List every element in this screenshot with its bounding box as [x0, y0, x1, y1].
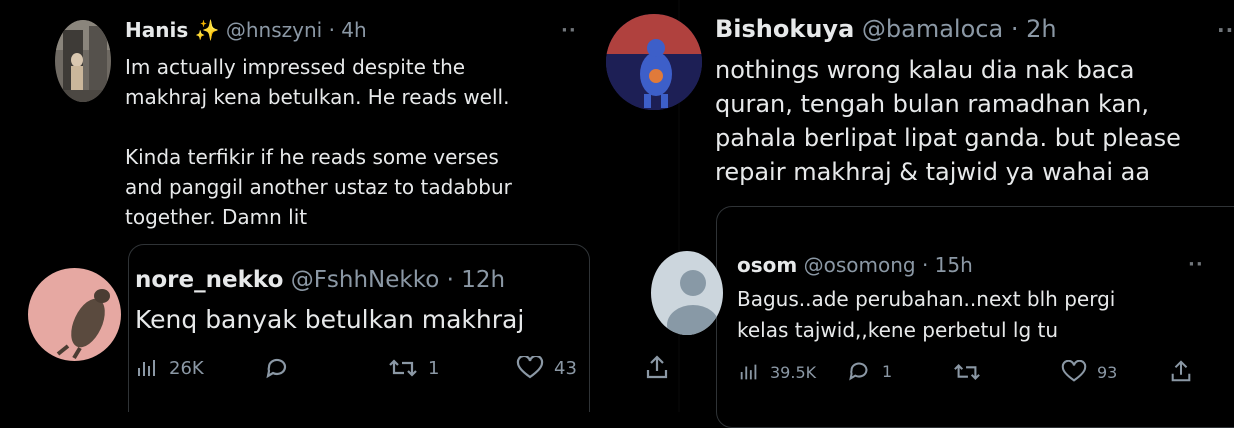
avatar[interactable] [28, 268, 121, 361]
sparkle-emoji: ✨ [194, 18, 220, 42]
more-icon[interactable]: ·· [1217, 18, 1234, 42]
like-icon [516, 356, 544, 379]
avatar[interactable] [651, 251, 723, 335]
retweet-icon [389, 359, 417, 377]
views-icon [138, 360, 155, 376]
like-count: 93 [1097, 362, 1118, 382]
views-action[interactable]: 39.5K [738, 361, 816, 383]
user-handle[interactable]: @bamaloca [862, 15, 1003, 43]
tweet-header: Hanis ✨ @hnszyni · 4h [125, 18, 367, 42]
share-action[interactable] [644, 354, 670, 380]
timestamp[interactable]: · 15h [922, 253, 973, 277]
like-action[interactable]: 93 [1061, 360, 1117, 384]
views-icon [740, 364, 757, 380]
user-handle[interactable]: @FshhNekko [291, 267, 440, 293]
views-count: 26K [169, 357, 204, 379]
more-icon[interactable]: ·· [561, 20, 577, 41]
tweet-text: Bagus..ade perubahan..next blh pergi kel… [737, 287, 1116, 342]
display-name[interactable]: osom [737, 253, 797, 277]
timestamp[interactable]: · 2h [1011, 15, 1057, 43]
more-icon[interactable]: ·· [1188, 254, 1204, 275]
reply-icon [849, 362, 868, 381]
retweet-action[interactable]: 1 [388, 356, 439, 380]
views-action[interactable]: 26K [135, 356, 204, 380]
tweet-text: nothings wrong kalau dia nak baca quran,… [715, 56, 1181, 186]
user-handle[interactable]: @hnszyni [226, 18, 322, 42]
avatar[interactable] [55, 20, 111, 102]
display-name[interactable]: Bishokuya [715, 15, 854, 43]
like-icon [1061, 360, 1087, 382]
reply-count: 1 [882, 361, 893, 381]
avatar-image [606, 14, 702, 110]
views-count: 39.5K [770, 362, 817, 382]
tweet-header: Bishokuya @bamaloca · 2h [715, 15, 1057, 43]
tweet-text: Im actually impressed despite the makhra… [125, 55, 512, 229]
avatar[interactable] [606, 14, 702, 110]
share-action[interactable] [1169, 358, 1193, 384]
timestamp[interactable]: · 4h [329, 18, 367, 42]
default-avatar-icon [651, 251, 723, 335]
like-action[interactable]: 43 [516, 356, 577, 380]
retweet-action[interactable] [953, 360, 991, 384]
left-screenshot-panel: Hanis ✨ @hnszyni · 4h ·· Im actually imp… [0, 0, 680, 412]
retweet-icon [954, 364, 980, 380]
share-icon [646, 355, 668, 379]
display-name[interactable]: nore_nekko [135, 267, 283, 293]
timestamp[interactable]: · 12h [447, 267, 505, 293]
tweet-text: Kenq banyak betulkan makhraj [135, 305, 525, 334]
avatar-image [55, 20, 111, 102]
reply-action[interactable] [263, 356, 301, 380]
tweet-header: nore_nekko @FshhNekko · 12h [135, 267, 505, 293]
tweet-header: osom @osomong · 15h [737, 253, 973, 277]
share-icon [1171, 360, 1191, 382]
retweet-count: 1 [428, 357, 440, 379]
reply-action[interactable]: 1 [846, 359, 892, 383]
user-handle[interactable]: @osomong [804, 253, 916, 277]
reply-icon [266, 358, 287, 379]
avatar-image [28, 268, 121, 361]
like-count: 43 [554, 357, 577, 379]
display-name[interactable]: Hanis [125, 18, 188, 42]
